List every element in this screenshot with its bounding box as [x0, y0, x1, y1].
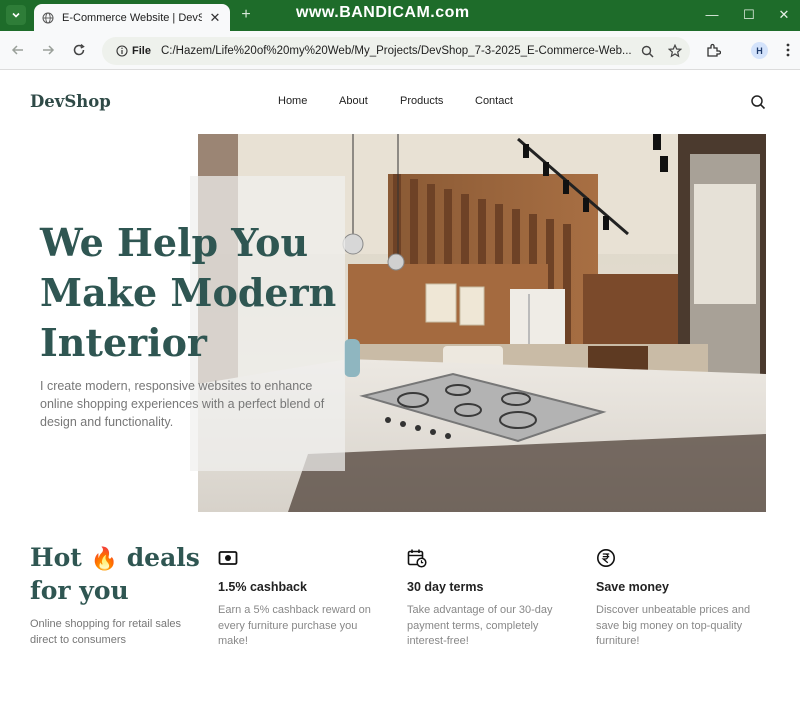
reload-icon[interactable]: [71, 42, 87, 58]
browser-toolbar: File C:/Hazem/Life%20of%20my%20Web/My_Pr…: [0, 31, 800, 70]
globe-icon: [42, 12, 54, 24]
hero-title-line-1: We Help You: [40, 220, 309, 265]
tab-search-button[interactable]: [6, 5, 26, 25]
tab-title: E-Commerce Website | DevShop: [62, 11, 202, 24]
hot-deals-line-2: for you: [30, 576, 129, 605]
chevron-down-icon: [12, 12, 20, 18]
feature-save-money: Save money Discover unbeatable prices an…: [596, 548, 766, 650]
feature-title: Save money: [596, 580, 669, 594]
url-text[interactable]: C:/Hazem/Life%20of%20my%20Web/My_Project…: [161, 45, 637, 57]
profile-avatar[interactable]: H: [751, 42, 768, 59]
nav-products[interactable]: Products: [400, 95, 443, 107]
zoom-search-icon[interactable]: [641, 45, 654, 58]
hot-deals-subtitle: Online shopping for retail sales direct …: [30, 618, 182, 646]
nav-about[interactable]: About: [339, 95, 368, 107]
feature-terms: 30 day terms Take advantage of our 30-da…: [407, 548, 577, 650]
back-arrow-icon[interactable]: [10, 42, 26, 58]
recording-watermark: www.BANDICAM.com: [296, 4, 470, 21]
close-window-icon[interactable]: ✕: [776, 6, 792, 24]
info-icon: [116, 45, 128, 57]
cash-icon: [218, 548, 238, 568]
fire-emoji-icon: 🔥: [90, 546, 118, 572]
feature-description: Earn a 5% cashback reward on every furni…: [218, 604, 371, 647]
feature-title: 30 day terms: [407, 580, 484, 594]
new-tab-icon[interactable]: +: [238, 6, 254, 24]
web-page: DevShop Home About Products Contact We H…: [0, 71, 800, 720]
hot-deals-word-2: deals: [126, 543, 200, 572]
hero-subtitle: I create modern, responsive websites to …: [40, 379, 325, 429]
browser-tab-bar: E-Commerce Website | DevShop ✕ + www.BAN…: [0, 0, 800, 31]
feature-cashback: 1.5% cashback Earn a 5% cashback reward …: [218, 548, 388, 650]
feature-description: Take advantage of our 30-day payment ter…: [407, 604, 553, 647]
rupee-icon: [596, 548, 616, 568]
site-logo[interactable]: DevShop: [30, 92, 111, 111]
hot-deals-word-1: Hot: [30, 543, 82, 572]
hero-title: We Help You Make Modern Interior: [40, 218, 360, 368]
feature-description: Discover unbeatable prices and save big …: [596, 604, 751, 647]
hot-deals-heading: Hot 🔥 deals for you: [30, 542, 200, 607]
extensions-puzzle-icon[interactable]: [705, 42, 721, 58]
search-icon[interactable]: [750, 94, 766, 110]
nav-contact[interactable]: Contact: [475, 95, 513, 107]
calendar-clock-icon: [407, 548, 427, 568]
file-scheme-label: File: [132, 45, 151, 57]
address-bar[interactable]: File C:/Hazem/Life%20of%20my%20Web/My_Pr…: [102, 37, 690, 65]
browser-tab[interactable]: E-Commerce Website | DevShop ✕: [34, 4, 230, 31]
menu-kebab-icon[interactable]: [780, 42, 796, 58]
feature-title: 1.5% cashback: [218, 580, 307, 594]
hero-title-line-3: Interior: [40, 320, 207, 365]
site-info-chip[interactable]: File: [110, 45, 157, 57]
bookmark-star-icon[interactable]: [668, 44, 682, 58]
minimize-icon[interactable]: —: [704, 6, 720, 24]
nav-home[interactable]: Home: [278, 95, 307, 107]
forward-arrow-icon[interactable]: [40, 42, 56, 58]
hero-title-line-2: Make Modern: [40, 270, 337, 315]
close-tab-icon[interactable]: ✕: [208, 10, 222, 25]
maximize-icon[interactable]: ☐: [741, 6, 757, 24]
